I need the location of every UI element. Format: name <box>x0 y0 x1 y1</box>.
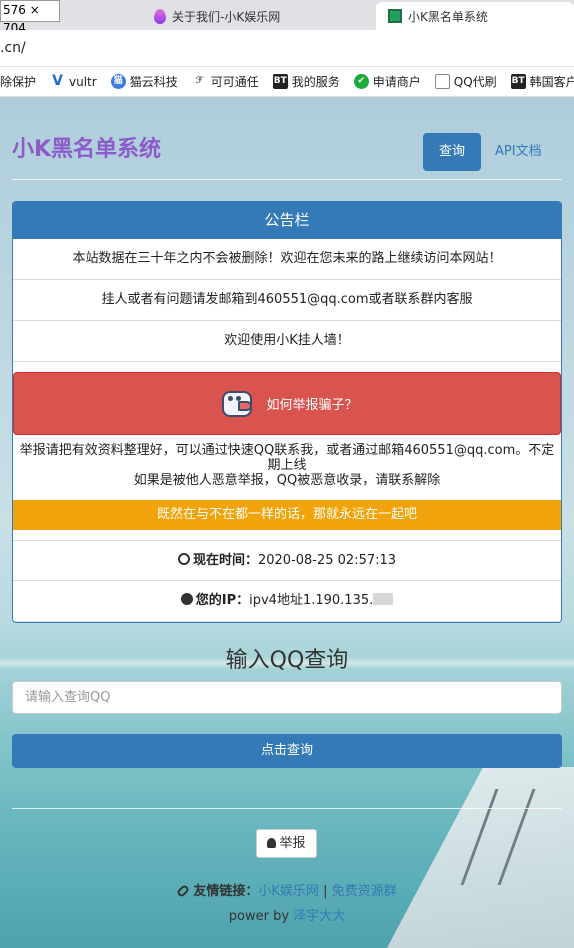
bookmark-label: vultr <box>69 74 97 89</box>
vultr-icon: V <box>52 73 63 89</box>
announcement-panel: 公告栏 本站数据在三十年之内不会被删除！欢迎在您未来的路上继续访问本网站！ 挂人… <box>12 201 562 623</box>
bookmark-label: 韩国客户 <box>529 75 574 89</box>
ip-row: 您的IP：ipv4地址1.190.135. <box>13 581 561 622</box>
powered-by-prefix: power by <box>228 909 290 924</box>
how-to-report-label: 如何举报骗子？ <box>266 398 358 413</box>
bookmark-item[interactable]: BT 我的服务 <box>272 73 340 90</box>
report-instructions-line: 举报请把有效资料整理好，可以通过快速QQ联系我，或者通过邮箱460551@qq.… <box>19 443 555 473</box>
ip-redaction <box>373 593 394 605</box>
ip-label: 您的IP： <box>195 593 250 608</box>
query-title: 输入QQ查询 <box>225 648 349 673</box>
notice-item: 挂人或者有问题请发邮箱到460551@qq.com或者联系群内客服 <box>13 280 561 321</box>
time-label: 现在时间： <box>192 553 258 568</box>
friend-link-xiaok[interactable]: 小K娱乐网 <box>258 884 319 899</box>
bt-icon: BT <box>510 74 526 89</box>
current-time-row: 现在时间：2020-08-25 02:57:13 <box>13 540 561 581</box>
bookmark-label: 猫云科技 <box>129 75 178 89</box>
friend-links: 友情链接：小K娱乐网 | 免费资源群 <box>0 880 574 899</box>
bookmark-label: QQ代刷 <box>453 75 497 89</box>
friend-link-free-resources[interactable]: 免费资源群 <box>332 884 397 899</box>
tab-label: 关于我们-小K娱乐网 <box>172 9 281 24</box>
notice-item: 本站数据在三十年之内不会被删除！欢迎在您未来的路上继续访问本网站！ <box>13 239 561 280</box>
report-instructions: 举报请把有效资料整理好，可以通过快速QQ联系我，或者通过邮箱460551@qq.… <box>13 435 561 500</box>
bt-icon: BT <box>272 74 288 89</box>
tab-blacklist-system[interactable]: 小K黑名单系统 <box>376 2 574 30</box>
cat-icon: 猫 <box>110 74 126 89</box>
how-to-report-button[interactable]: 如何举报骗子？ <box>13 372 561 435</box>
tab-label: 小K黑名单系统 <box>408 9 488 24</box>
bookmark-label: 申请商户 <box>372 75 421 89</box>
link-icon <box>176 883 191 899</box>
bookmark-item[interactable]: QQ代刷 <box>434 73 497 90</box>
qq-search-input[interactable] <box>12 681 562 714</box>
url-text[interactable]: .cn/ <box>0 40 26 56</box>
site-title[interactable]: 小K黑名单系统 <box>12 131 161 163</box>
bookmarks-bar: 除保护 V vultr 猫 猫云科技 ℱ 可可通任 BT 我的服务 ✔ 申请商户… <box>0 67 574 97</box>
nav-query-button[interactable]: 查询 <box>423 133 481 171</box>
address-bar[interactable]: .cn/ <box>0 30 574 67</box>
bookmark-label: 除保护 <box>0 75 37 89</box>
fox-icon: ℱ <box>195 76 203 86</box>
link-separator: | <box>323 884 328 899</box>
bookmark-item[interactable]: BT 韩国客户 <box>510 73 574 90</box>
bookmark-item[interactable]: ✔ 申请商户 <box>353 73 421 90</box>
bookmark-item[interactable]: 猫 猫云科技 <box>110 73 178 90</box>
bookmark-item[interactable]: 除保护 <box>0 73 36 90</box>
report-button[interactable]: 举报 <box>256 829 317 858</box>
ip-value: ipv4地址1.190.135. <box>249 593 374 608</box>
header-divider <box>12 179 562 180</box>
bookmark-label: 我的服务 <box>291 75 340 89</box>
shield-icon: ✔ <box>353 74 369 89</box>
doc-icon <box>434 74 450 89</box>
footer-divider <box>12 808 562 809</box>
author-link[interactable]: 泽宇大大 <box>293 909 345 924</box>
site-icon <box>388 9 402 23</box>
tab-about-us[interactable]: 关于我们-小K娱乐网 <box>148 2 376 30</box>
globe-icon <box>180 593 193 605</box>
query-submit-button[interactable]: 点击查询 <box>12 734 562 768</box>
report-instructions-line: 如果是被他人恶意举报，QQ被恶意收录，请联系解除 <box>133 473 441 488</box>
bookmark-item[interactable]: ℱ 可可通任 <box>192 73 259 90</box>
friend-links-label: 友情链接： <box>193 884 259 899</box>
user-icon <box>267 838 277 848</box>
notice-item: 欢迎使用小K挂人墙！ <box>13 321 561 362</box>
clock-icon <box>177 553 190 565</box>
flame-icon <box>154 8 166 24</box>
bookmark-item[interactable]: V vultr <box>50 74 97 89</box>
browser-tab-bar: 576 × 704 关于我们-小K娱乐网 小K黑名单系统 <box>0 0 574 35</box>
bookmark-label: 可可通任 <box>210 75 259 89</box>
report-button-label: 举报 <box>279 836 306 851</box>
megaphone-icon <box>216 387 262 421</box>
powered-by: power by 泽宇大大 <box>0 905 574 924</box>
panel-title: 公告栏 <box>13 202 561 239</box>
time-value: 2020-08-25 02:57:13 <box>257 553 397 568</box>
nav-api-docs-link[interactable]: API文档 <box>495 133 542 171</box>
window-size-label: 576 × 704 <box>0 0 60 35</box>
slogan-banner: 既然在与不在都一样的话，那就永远在一起吧 <box>13 500 561 530</box>
page-content: 小K黑名单系统 查询 API文档 公告栏 本站数据在三十年之内不会被删除！欢迎在… <box>0 97 574 948</box>
